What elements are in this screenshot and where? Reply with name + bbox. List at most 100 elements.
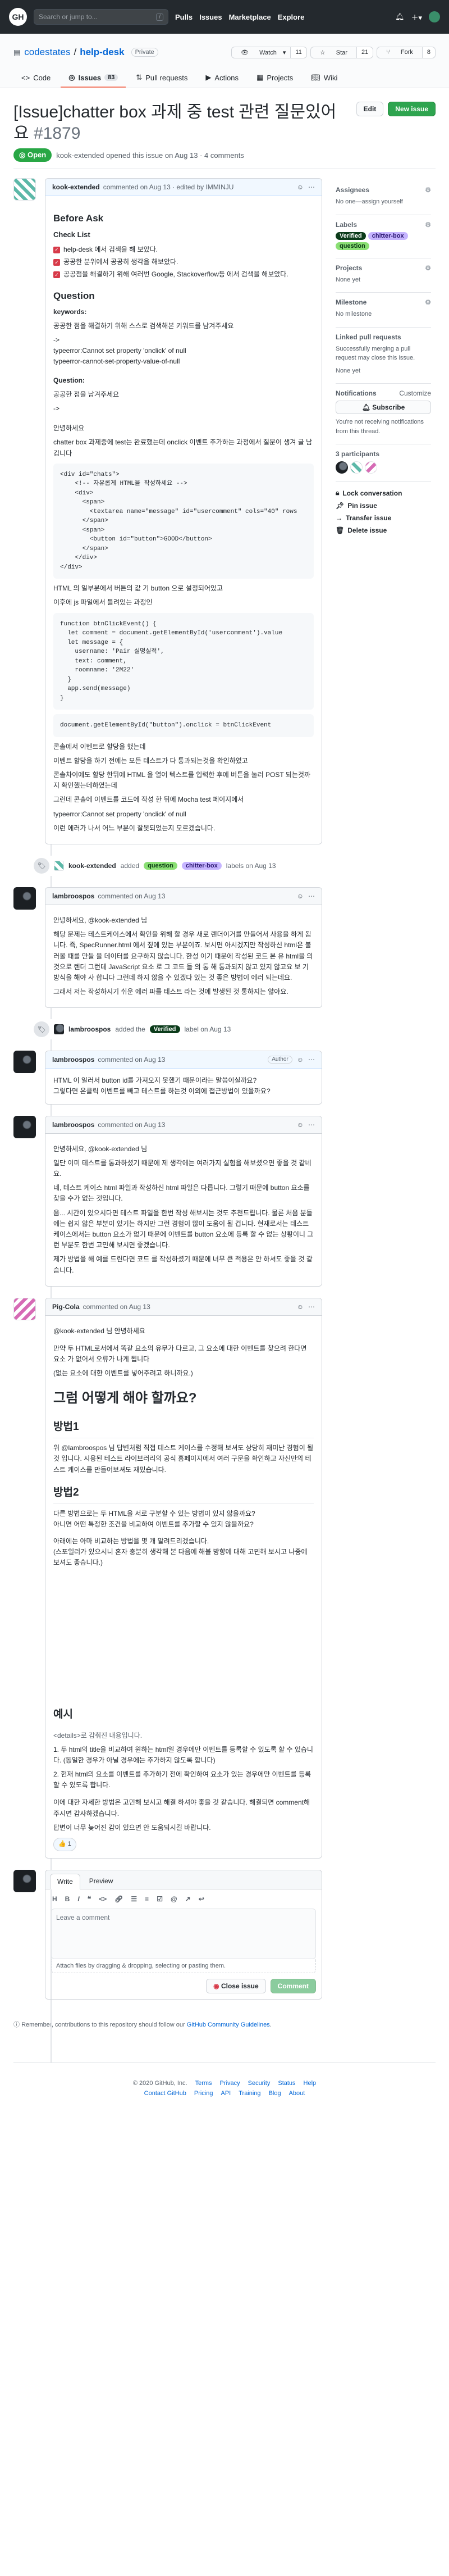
tab-actions[interactable]: ▶ Actions bbox=[198, 69, 246, 88]
kebab-icon[interactable]: ⋯ bbox=[308, 183, 315, 191]
comment-author[interactable]: lambroospos bbox=[52, 892, 94, 900]
avatar[interactable] bbox=[54, 860, 64, 871]
subscribe-button[interactable]: 🔔︎ Subscribe bbox=[336, 401, 431, 414]
comment-author[interactable]: kook-extended bbox=[52, 183, 100, 191]
italic-icon[interactable]: I bbox=[77, 1895, 79, 1903]
tab-code[interactable]: <> Code bbox=[13, 69, 58, 88]
avatar[interactable] bbox=[54, 1024, 64, 1035]
label-verified[interactable]: Verified bbox=[149, 1025, 180, 1034]
footer-link[interactable]: Privacy bbox=[220, 2080, 240, 2087]
plus-icon[interactable]: ＋▾ bbox=[411, 12, 422, 22]
tab-preview[interactable]: Preview bbox=[83, 1874, 120, 1889]
avatar[interactable] bbox=[13, 178, 36, 201]
star-button[interactable]: ☆ Star 21 bbox=[310, 46, 374, 58]
tab-issues[interactable]: ◎ Issues 83 bbox=[61, 69, 126, 88]
ordered-list-icon[interactable]: ≡ bbox=[145, 1895, 149, 1903]
checkbox-icon[interactable]: ✓ bbox=[53, 271, 60, 278]
participant-avatar[interactable] bbox=[336, 461, 348, 474]
search-input[interactable]: Search or jump to... / bbox=[34, 9, 168, 25]
gear-icon[interactable]: ⚙ bbox=[425, 221, 431, 229]
pin-issue-button[interactable]: 📌︎ Pin issue bbox=[336, 499, 431, 512]
gear-icon[interactable]: ⚙ bbox=[425, 186, 431, 194]
link-icon[interactable]: 🔗︎ bbox=[114, 1895, 123, 1903]
reply-icon[interactable]: ↩ bbox=[199, 1895, 204, 1903]
label-verified[interactable]: Verified bbox=[336, 231, 366, 240]
repo-owner-link[interactable]: codestates bbox=[24, 47, 70, 58]
customize-link[interactable]: Customize bbox=[399, 389, 431, 397]
footer-link[interactable]: Blog bbox=[269, 2090, 281, 2097]
kebab-icon[interactable]: ⋯ bbox=[308, 1056, 315, 1064]
list-icon[interactable]: ☰ bbox=[131, 1895, 137, 1903]
delete-issue-button[interactable]: 🗑︎ Delete issue bbox=[336, 524, 431, 537]
new-issue-button[interactable]: New issue bbox=[388, 102, 436, 116]
gear-icon[interactable]: ⚙ bbox=[425, 264, 431, 272]
nav-explore[interactable]: Explore bbox=[278, 13, 305, 21]
footer-link[interactable]: Pricing bbox=[194, 2090, 213, 2097]
mention-icon[interactable]: @ bbox=[171, 1895, 177, 1903]
tab-projects[interactable]: ▦ Projects bbox=[249, 69, 301, 88]
avatar[interactable] bbox=[13, 1297, 36, 1320]
code-icon[interactable]: <> bbox=[99, 1895, 107, 1903]
participant-avatar[interactable] bbox=[350, 461, 363, 474]
avatar[interactable] bbox=[429, 11, 440, 22]
checkbox-icon[interactable]: ✓ bbox=[53, 246, 60, 253]
comment: Pig-Cola commented on Aug 13 ☺ ⋯ @kook-ex… bbox=[13, 1297, 322, 1859]
thumbs-up-reaction[interactable]: 👍 1 bbox=[53, 1838, 76, 1851]
reference-icon[interactable]: ↗ bbox=[185, 1895, 191, 1903]
avatar[interactable] bbox=[13, 887, 36, 910]
bell-icon[interactable]: 🔔︎ bbox=[395, 12, 405, 21]
tab-pull-requests[interactable]: ⇅ Pull requests bbox=[128, 69, 195, 88]
comment-author[interactable]: lambroospos bbox=[52, 1056, 94, 1064]
fork-button[interactable]: ⑂ Fork 8 bbox=[377, 46, 436, 58]
footer-link[interactable]: Contact GitHub bbox=[144, 2090, 186, 2097]
avatar[interactable] bbox=[13, 1869, 36, 1892]
avatar[interactable] bbox=[13, 1051, 36, 1074]
quote-icon[interactable]: ❝ bbox=[88, 1895, 91, 1903]
watch-button[interactable]: 👁︎ Watch ▾ 11 bbox=[231, 46, 307, 58]
comment-button[interactable]: Comment bbox=[270, 1978, 316, 1993]
comment-textarea[interactable]: Leave a comment bbox=[51, 1908, 316, 1959]
footer-link[interactable]: Status bbox=[278, 2080, 295, 2087]
nav-issues[interactable]: Issues bbox=[199, 13, 222, 21]
community-guidelines-link[interactable]: GitHub Community Guidelines bbox=[187, 2021, 270, 2028]
gear-icon[interactable]: ⚙ bbox=[425, 298, 431, 306]
tab-write[interactable]: Write bbox=[50, 1873, 80, 1889]
edit-button[interactable]: Edit bbox=[356, 102, 384, 116]
label-chitter-box[interactable]: chitter-box bbox=[368, 231, 408, 240]
avatar[interactable] bbox=[13, 1115, 36, 1138]
footer-link[interactable]: Security bbox=[248, 2080, 271, 2087]
participant-avatar[interactable] bbox=[365, 461, 377, 474]
lock-conversation-button[interactable]: 🔒︎ Lock conversation bbox=[336, 487, 431, 499]
close-issue-button[interactable]: ◉ Close issue bbox=[206, 1978, 266, 1993]
kebab-icon[interactable]: ⋯ bbox=[308, 1303, 315, 1311]
label-question[interactable]: question bbox=[336, 242, 369, 250]
kebab-icon[interactable]: ⋯ bbox=[308, 892, 315, 900]
repo-name-link[interactable]: help-desk bbox=[80, 47, 124, 58]
heading-icon[interactable]: H bbox=[52, 1895, 57, 1903]
footer-link[interactable]: API bbox=[221, 2090, 231, 2097]
label-question[interactable]: question bbox=[144, 861, 177, 870]
footer-link[interactable]: Terms bbox=[195, 2080, 212, 2087]
bold-icon[interactable]: B bbox=[65, 1895, 70, 1903]
smiley-icon[interactable]: ☺ bbox=[297, 183, 304, 191]
footer-link[interactable]: Training bbox=[239, 2090, 260, 2097]
kebab-icon[interactable]: ⋯ bbox=[308, 1121, 315, 1129]
smiley-icon[interactable]: ☺ bbox=[297, 1056, 304, 1064]
comment-header: kook-extended commented on Aug 13 · edit… bbox=[45, 179, 322, 196]
nav-pulls[interactable]: Pulls bbox=[175, 13, 193, 21]
comment-author[interactable]: lambroospos bbox=[52, 1121, 94, 1129]
attach-files-area[interactable]: Attach files by dragging & dropping, sel… bbox=[51, 1959, 316, 1973]
smiley-icon[interactable]: ☺ bbox=[297, 892, 304, 900]
task-list-icon[interactable]: ☑ bbox=[157, 1895, 163, 1903]
footer-link[interactable]: About bbox=[289, 2090, 305, 2097]
github-logo-icon[interactable]: GH bbox=[9, 8, 27, 26]
nav-marketplace[interactable]: Marketplace bbox=[229, 13, 271, 21]
comment-author[interactable]: Pig-Cola bbox=[52, 1303, 80, 1311]
checkbox-icon[interactable]: ✓ bbox=[53, 258, 60, 266]
transfer-issue-button[interactable]: → Transfer issue bbox=[336, 512, 431, 524]
footer-link[interactable]: Help bbox=[304, 2080, 317, 2087]
smiley-icon[interactable]: ☺ bbox=[297, 1121, 304, 1129]
smiley-icon[interactable]: ☺ bbox=[297, 1303, 304, 1311]
tab-wiki[interactable]: 📖︎ Wiki bbox=[303, 69, 345, 88]
label-chitter-box[interactable]: chitter-box bbox=[181, 861, 222, 870]
